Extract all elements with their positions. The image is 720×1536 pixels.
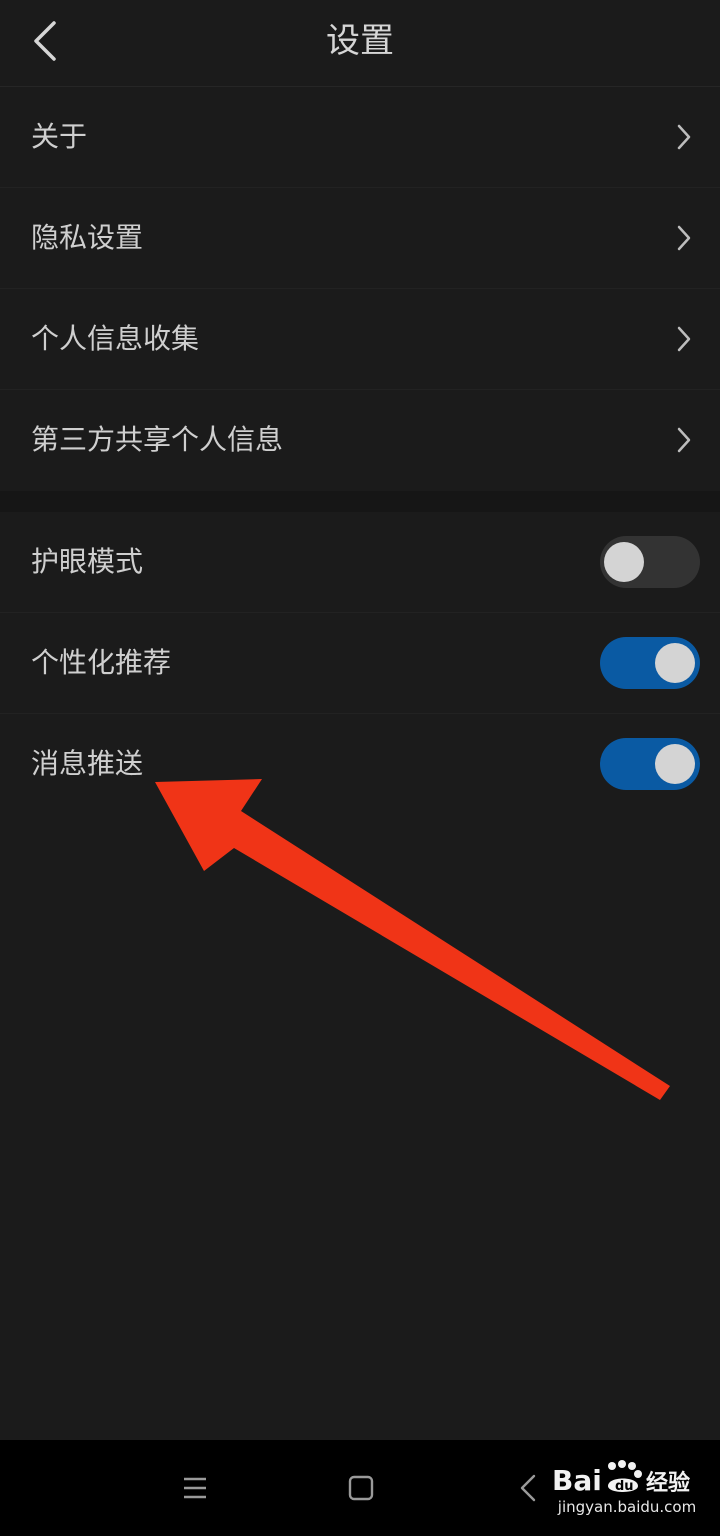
system-back-button[interactable] [500, 1462, 556, 1514]
logo-text-jingyan: 经验 [646, 1470, 690, 1496]
system-home-button[interactable] [333, 1462, 389, 1514]
personalized-recommendation-toggle[interactable] [600, 637, 700, 689]
chevron-right-icon [677, 326, 691, 352]
settings-row-eye-protection: 护眼模式 [0, 512, 720, 613]
top-bar: 设置 [0, 0, 720, 87]
settings-row-third-party-sharing[interactable]: 第三方共享个人信息 [0, 390, 720, 491]
nav-settings-group: 关于 隐私设置 个人信息收集 第三方共享个人信息 [0, 87, 720, 491]
chevron-right-icon [677, 124, 691, 150]
settings-row-personalized-recommendation: 个性化推荐 [0, 613, 720, 714]
settings-row-about[interactable]: 关于 [0, 87, 720, 188]
back-triangle-icon [520, 1474, 536, 1502]
toggle-knob [604, 542, 644, 582]
paw-icon: du [608, 1460, 642, 1494]
row-label: 隐私设置 [31, 221, 144, 254]
system-menu-button[interactable] [167, 1462, 223, 1514]
section-divider [0, 491, 720, 512]
toggle-knob [655, 744, 695, 784]
push-notifications-toggle[interactable] [600, 738, 700, 790]
home-square-icon [348, 1475, 374, 1501]
settings-row-push-notifications: 消息推送 [0, 714, 720, 815]
watermark-url: jingyan.baidu.com [557, 1498, 697, 1516]
chevron-right-icon [677, 225, 691, 251]
baidu-jingyan-watermark: Bai du 经验 jingyan.baidu.com [552, 1458, 702, 1524]
row-label: 关于 [31, 120, 88, 153]
settings-row-personal-info-collection[interactable]: 个人信息收集 [0, 289, 720, 390]
baidu-jingyan-logo: Bai du 经验 [552, 1460, 690, 1497]
row-label: 第三方共享个人信息 [31, 423, 284, 456]
chevron-right-icon [677, 427, 691, 453]
arrow-shape [155, 779, 670, 1100]
row-label: 护眼模式 [31, 545, 144, 578]
settings-row-privacy[interactable]: 隐私设置 [0, 188, 720, 289]
logo-text-bai: Bai [552, 1464, 602, 1497]
page-title: 设置 [326, 21, 394, 61]
row-label: 个人信息收集 [31, 322, 200, 355]
menu-icon [184, 1477, 206, 1499]
toggle-settings-group: 护眼模式 个性化推荐 消息推送 [0, 512, 720, 815]
toggle-knob [655, 643, 695, 683]
row-label: 个性化推荐 [31, 646, 172, 679]
row-label: 消息推送 [31, 747, 144, 780]
settings-screen: 设置 关于 隐私设置 个人信息收集 第三方共享个人信息 护眼模式 个性化推荐 消… [0, 0, 720, 1536]
svg-text:du: du [615, 1479, 634, 1494]
eye-protection-toggle[interactable] [600, 536, 700, 588]
